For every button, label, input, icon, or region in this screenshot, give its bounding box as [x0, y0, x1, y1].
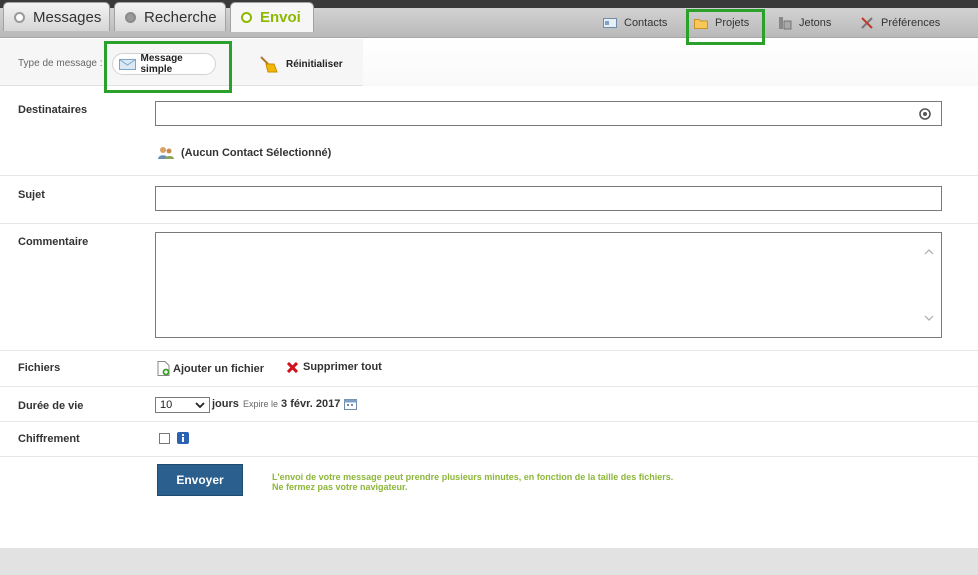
send-note-line2: Ne fermez pas votre navigateur. [272, 482, 408, 492]
circle-icon [14, 11, 25, 23]
send-note: L'envoi de votre message peut prendre pl… [272, 472, 673, 492]
lifetime-value: 10 [160, 399, 173, 411]
expires-prefix: Expire le [243, 399, 279, 409]
broom-icon [260, 56, 278, 73]
send-button[interactable]: Envoyer [157, 464, 243, 496]
toolbar-contacts-label: Contacts [624, 17, 668, 29]
circle-icon [241, 12, 252, 23]
info-icon[interactable] [177, 432, 189, 444]
divider [0, 175, 978, 176]
lifetime-select[interactable]: 10 [155, 397, 210, 413]
lifetime-unit: jours [212, 398, 239, 410]
subject-label: Sujet [18, 189, 45, 201]
message-type-label: Type de message : [18, 58, 103, 69]
encryption-label: Chiffrement [18, 433, 80, 445]
divider [0, 456, 978, 457]
tab-envoi[interactable]: Envoi [230, 2, 314, 32]
no-contact-selected: (Aucun Contact Sélectionné) [157, 146, 331, 160]
tab-messages[interactable]: Messages [3, 2, 110, 31]
lifetime-label: Durée de vie [18, 400, 84, 412]
toolbar-contacts[interactable]: Contacts [603, 8, 667, 38]
tab-messages-label: Messages [33, 8, 102, 26]
reset-button[interactable]: Réinitialiser [258, 54, 343, 74]
expiry-info: Expire le 3 févr. 2017 [243, 398, 358, 410]
toolbar-jetons-label: Jetons [799, 17, 832, 29]
highlight-box-message-type [104, 41, 232, 93]
no-contact-text: (Aucun Contact Sélectionné) [181, 147, 332, 159]
toolbar-jetons[interactable]: Jetons [778, 8, 831, 38]
chevron-down-icon [195, 402, 205, 408]
tokens-icon [779, 17, 792, 30]
divider [0, 350, 978, 351]
message-type-bar-fill [363, 39, 978, 86]
tab-envoi-label: Envoi [260, 9, 301, 26]
comment-textarea[interactable] [155, 232, 942, 338]
delete-all-label: Supprimer tout [303, 361, 382, 373]
scroll-up-icon[interactable] [924, 249, 934, 255]
toolbar-preferences-label: Préférences [881, 17, 941, 29]
send-note-line1: L'envoi de votre message peut prendre pl… [272, 472, 674, 482]
add-file-icon [157, 361, 170, 376]
tab-recherche[interactable]: Recherche [114, 2, 226, 31]
expires-date: 3 févr. 2017 [281, 398, 341, 410]
footer-bar [0, 548, 978, 575]
add-file-label: Ajouter un fichier [173, 362, 265, 375]
files-label: Fichiers [18, 362, 61, 374]
contacts-icon [603, 18, 617, 28]
comment-label: Commentaire [18, 236, 89, 248]
scroll-down-icon[interactable] [924, 315, 934, 321]
delete-x-icon [287, 361, 298, 373]
filled-circle-icon [125, 11, 136, 23]
tools-icon [861, 17, 873, 29]
reset-label: Réinitialiser [286, 58, 343, 70]
add-file-button[interactable]: Ajouter un fichier [157, 361, 264, 376]
toolbar-preferences[interactable]: Préférences [860, 8, 940, 38]
calendar-icon[interactable] [344, 398, 358, 410]
users-icon [158, 147, 174, 159]
divider [0, 223, 978, 224]
recipients-label: Destinataires [18, 104, 88, 116]
recipients-field[interactable] [155, 101, 942, 126]
tab-recherche-label: Recherche [144, 8, 217, 26]
encryption-checkbox[interactable] [159, 433, 170, 444]
delete-all-button[interactable]: Supprimer tout [287, 361, 382, 373]
add-circle-icon[interactable] [919, 108, 931, 120]
divider [0, 421, 978, 422]
subject-input[interactable] [155, 186, 942, 211]
divider [0, 386, 978, 387]
highlight-box-projets [686, 9, 765, 45]
